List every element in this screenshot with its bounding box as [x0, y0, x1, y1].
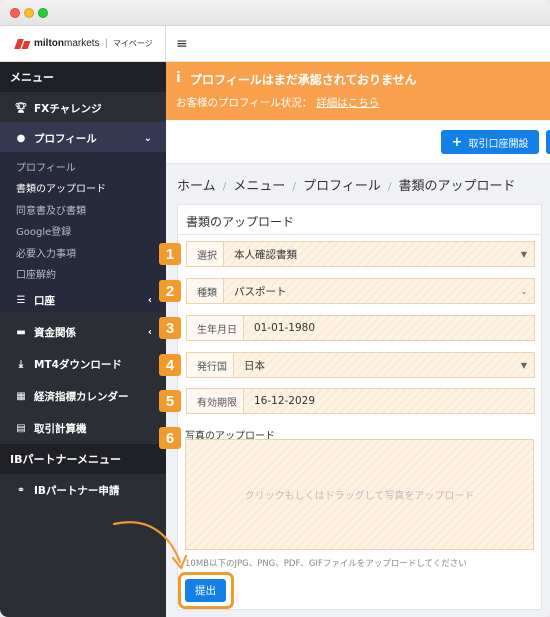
- breadcrumb-separator: /: [292, 180, 297, 193]
- sidebar-item-label: MT4ダウンロード: [34, 358, 122, 371]
- secondary-action-button[interactable]: [546, 130, 550, 154]
- field-value: パスポート: [234, 285, 287, 298]
- field-value: 16-12-2029: [254, 395, 316, 407]
- sidebar-item-accounts[interactable]: ☰ 口座 ‹: [0, 284, 166, 316]
- brand-name-light: markets: [64, 38, 100, 49]
- alert-status-line: お客様のプロフィール状況： 詳細はこちら: [176, 95, 379, 110]
- expiry-date-field[interactable]: 有効期限 16-12-2029: [186, 388, 535, 414]
- wallet-icon: ▬: [16, 326, 26, 338]
- submenu-item-close-account[interactable]: 口座解約: [16, 266, 56, 281]
- step-badge-2: 2: [159, 280, 181, 302]
- user-icon: ●: [16, 132, 26, 144]
- calendar-icon: ▦: [16, 390, 26, 402]
- sidebar-item-label: 資金関係: [34, 326, 76, 339]
- sidebar-item-profile[interactable]: ● プロフィール ⌄: [0, 122, 166, 154]
- dropdown-caret-icon: ▼: [520, 360, 528, 370]
- drop-zone-placeholder: クリックもしくはドラッグして写真をアップロード: [244, 491, 475, 502]
- submenu-item-profile[interactable]: プロフィール: [16, 159, 76, 174]
- browser-window: miltonmarkets | マイページ メニュー 🏆︎ FXチャレンジ ● …: [0, 0, 550, 617]
- alert-title: プロフィールはまだ承認されておりません: [190, 73, 417, 87]
- action-bar: + 取引口座開設: [166, 120, 550, 164]
- card-divider: [178, 234, 541, 235]
- field-value: 01-01-1980: [254, 322, 316, 334]
- chevron-left-icon: ‹: [147, 326, 152, 338]
- minimize-window-button[interactable]: [24, 8, 34, 18]
- document-select[interactable]: 選択 本人確認書類 ▼: [186, 241, 535, 267]
- open-trading-account-button[interactable]: + 取引口座開設: [441, 130, 539, 154]
- sidebar-item-mt4-download[interactable]: ⤓ MT4ダウンロード: [0, 348, 166, 380]
- step-badge-3: 3: [159, 317, 181, 339]
- sidebar-item-label: 経済指標カレンダー: [34, 390, 129, 403]
- sidebar-item-label: プロフィール: [34, 132, 97, 145]
- card-title: 書類のアップロード: [186, 215, 295, 229]
- top-bar: ≡: [166, 26, 550, 62]
- field-label: 種類: [187, 279, 224, 303]
- step-badge-5: 5: [159, 390, 181, 412]
- brand-separator: |: [104, 38, 108, 49]
- open-account-label: 取引口座開設: [468, 138, 529, 150]
- field-value: 本人確認書類: [234, 248, 297, 261]
- submenu-item-google[interactable]: Google登録: [16, 223, 71, 238]
- alert-status-text: お客様のプロフィール状況：: [176, 97, 313, 109]
- title-bar: [0, 0, 550, 26]
- field-label: 有効期限: [187, 389, 244, 413]
- menu-header: メニュー: [0, 62, 166, 92]
- step-badge-6: 6: [159, 427, 181, 449]
- chevron-down-icon: ⌄: [520, 286, 528, 296]
- sidebar-item-economic-calendar[interactable]: ▦ 経済指標カレンダー: [0, 380, 166, 412]
- submenu-item-required-info[interactable]: 必要入力事項: [16, 245, 76, 260]
- breadcrumb-home[interactable]: ホーム: [177, 179, 216, 194]
- maximize-window-button[interactable]: [38, 8, 48, 18]
- brand-logo[interactable]: miltonmarkets | マイページ: [0, 26, 166, 62]
- chevron-left-icon: ‹: [147, 294, 152, 306]
- download-icon: ⤓: [18, 358, 24, 370]
- hamburger-menu-icon[interactable]: ≡: [176, 36, 188, 52]
- photo-drop-zone[interactable]: クリックもしくはドラッグして写真をアップロード: [185, 439, 534, 550]
- plus-icon: +: [451, 134, 463, 150]
- submenu-item-document-upload[interactable]: 書類のアップロード: [16, 180, 106, 195]
- info-icon: i: [176, 70, 181, 86]
- trophy-icon: 🏆︎: [14, 102, 28, 114]
- breadcrumb-separator: /: [222, 180, 227, 193]
- milton-logo-icon: [16, 39, 30, 49]
- field-label: 発行国: [187, 353, 234, 377]
- field-label: 生年月日: [187, 316, 244, 340]
- calculator-icon: ▤: [16, 422, 26, 434]
- breadcrumb-profile[interactable]: プロフィール: [303, 179, 381, 194]
- breadcrumb: ホーム / メニュー / プロフィール / 書類のアップロード: [177, 175, 516, 194]
- birth-date-field[interactable]: 生年月日 01-01-1980: [186, 315, 535, 341]
- step-badge-4: 4: [159, 354, 181, 376]
- profile-status-alert: i プロフィールはまだ承認されておりません お客様のプロフィール状況： 詳細はこち…: [166, 62, 550, 120]
- sidebar-item-label: 口座: [34, 294, 55, 307]
- sidebar-item-label: FXチャレンジ: [34, 102, 102, 115]
- issuing-country-select[interactable]: 発行国 日本 ▼: [186, 352, 535, 378]
- sidebar-item-ib-application[interactable]: ⚭ IBパートナー申請: [0, 474, 166, 506]
- sidebar-item-label: 取引計算機: [34, 422, 87, 435]
- sidebar-item-label: IBパートナー申請: [34, 484, 120, 497]
- chevron-down-icon: ⌄: [143, 132, 152, 144]
- submenu-item-agreements[interactable]: 同意書及び書類: [16, 202, 86, 217]
- list-icon: ☰: [16, 294, 26, 306]
- details-link[interactable]: 詳細はこちら: [316, 97, 379, 109]
- sidebar-item-calculator[interactable]: ▤ 取引計算機: [0, 412, 166, 444]
- mypage-label: マイページ: [112, 39, 153, 48]
- dropdown-caret-icon: ▼: [520, 249, 528, 259]
- breadcrumb-separator: /: [387, 180, 392, 193]
- submit-button[interactable]: 提出: [185, 579, 226, 602]
- step-badge-1: 1: [159, 243, 181, 265]
- document-type-select[interactable]: 種類 パスポート ⌄: [186, 278, 535, 304]
- brand-name-bold: milton: [34, 38, 64, 49]
- handshake-icon: ⚭: [16, 484, 26, 496]
- ib-menu-header: IBパートナーメニュー: [0, 444, 166, 474]
- breadcrumb-current: 書類のアップロード: [398, 179, 516, 194]
- field-value: 日本: [244, 359, 265, 372]
- breadcrumb-menu[interactable]: メニュー: [233, 179, 285, 194]
- sidebar-item-fx-challenge[interactable]: 🏆︎ FXチャレンジ: [0, 92, 166, 124]
- sidebar-item-funds[interactable]: ▬ 資金関係 ‹: [0, 316, 166, 348]
- field-label: 選択: [187, 242, 224, 266]
- upload-help-text: 10MB以下のJPG、PNG、PDF、GIFファイルをアップロードしてください: [185, 559, 467, 569]
- close-window-button[interactable]: [10, 8, 20, 18]
